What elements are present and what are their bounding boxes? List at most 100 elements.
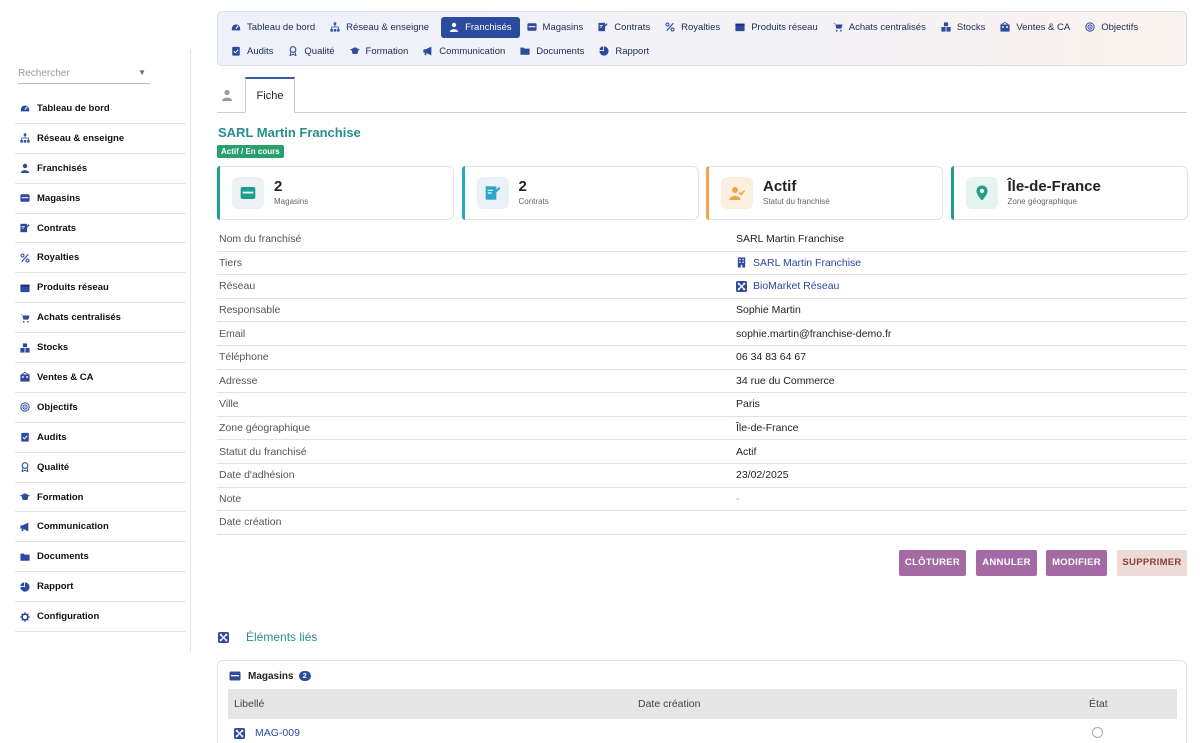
field-value-text[interactable]: SARL Martin Franchise xyxy=(753,257,861,269)
panel-title: Magasins xyxy=(248,670,294,682)
field-label: Responsable xyxy=(219,304,281,317)
nav-tab-label: Audits xyxy=(247,46,274,57)
field-value-link[interactable]: BioMarket Réseau xyxy=(736,280,839,292)
sidebar-item-produits-reseau[interactable]: Produits réseau xyxy=(15,273,186,304)
field-row-nom-du-franchise: Nom du franchisé SARL Martin Franchise xyxy=(217,228,1187,252)
sidebar-item-label: Objectifs xyxy=(37,401,78,413)
sidebar-item-configuration[interactable]: Configuration xyxy=(15,602,186,633)
sidebar-item-tableau-de-bord[interactable]: Tableau de bord xyxy=(15,94,186,124)
network-icon xyxy=(19,133,30,144)
field-value: Actif xyxy=(736,446,756,458)
store-ref-link[interactable]: MAG-009 xyxy=(255,727,300,739)
nav-tab-achats-centralises[interactable]: Achats centralisés xyxy=(830,17,934,38)
user-icon[interactable] xyxy=(221,89,233,101)
card-accent-bar xyxy=(217,166,220,220)
nav-tab-label: Formation xyxy=(365,46,409,57)
sidebar-item-communication[interactable]: Communication xyxy=(15,512,186,543)
sidebar-item-magasins[interactable]: Magasins xyxy=(15,184,186,214)
graduation-icon xyxy=(19,492,30,503)
percent-icon xyxy=(665,22,676,33)
nav-tab-label: Magasins xyxy=(542,22,584,33)
sidebar-divider xyxy=(190,50,191,652)
nav-tab-contrats[interactable]: Contrats xyxy=(595,17,658,38)
nav-tab-royalties[interactable]: Royalties xyxy=(662,17,728,38)
card-value: Actif xyxy=(763,178,797,195)
field-label: Adresse xyxy=(219,374,258,387)
sidebar-item-label: Royalties xyxy=(37,252,80,264)
cart-icon xyxy=(833,22,844,33)
nav-tab-label: Qualité xyxy=(304,46,335,57)
supprimer-button[interactable]: SUPPRIMER xyxy=(1117,550,1187,576)
sidebar-item-qualite[interactable]: Qualité xyxy=(15,453,186,483)
field-value: sophie.martin@franchise-demo.fr xyxy=(736,328,891,340)
sidebar-item-formation[interactable]: Formation xyxy=(15,483,186,513)
nav-tab-label: Tableau de bord xyxy=(247,22,316,33)
table-row[interactable]: MAG-009 xyxy=(228,723,1177,743)
sidebar-item-label: Produits réseau xyxy=(37,282,109,294)
nav-tab-franchises[interactable]: Franchisés xyxy=(441,17,520,38)
column-header-date-creation[interactable]: Date création xyxy=(638,698,700,710)
sidebar-item-objectifs[interactable]: Objectifs xyxy=(15,393,186,423)
tab-fiche[interactable]: Fiche xyxy=(245,77,295,113)
field-row-note: Note - xyxy=(217,488,1187,512)
sidebar-item-stocks[interactable]: Stocks xyxy=(15,333,186,364)
target-icon xyxy=(19,402,30,413)
field-value: 06 34 83 64 67 xyxy=(736,351,806,363)
nav-tab-produits-reseau[interactable]: Produits réseau xyxy=(732,17,826,38)
sidebar-item-label: Franchisés xyxy=(37,162,88,174)
field-value: Paris xyxy=(736,398,760,410)
field-label: Date d'adhésion xyxy=(219,469,295,482)
field-value-text: Actif xyxy=(736,445,757,458)
nav-tab-tableau-de-bord[interactable]: Tableau de bord xyxy=(228,17,323,38)
nav-tab-audits[interactable]: Audits xyxy=(228,41,281,62)
nav-tab-documents[interactable]: Documents xyxy=(517,41,592,62)
nav-tab-magasins[interactable]: Magasins xyxy=(524,17,592,38)
record-title: SARL Martin Franchise xyxy=(218,125,361,140)
nav-tab-objectifs[interactable]: Objectifs xyxy=(1082,17,1146,38)
chart-icon xyxy=(599,46,610,57)
sidebar-search-select[interactable]: Rechercher ▼ xyxy=(18,68,150,84)
award-icon xyxy=(19,462,30,473)
award-icon xyxy=(288,46,299,57)
nav-tab-ventes-ca[interactable]: Ventes & CA xyxy=(997,17,1078,38)
sidebar-item-documents[interactable]: Documents xyxy=(15,542,186,573)
modifier-button[interactable]: MODIFIER xyxy=(1046,550,1107,576)
field-value-text: Sophie Martin xyxy=(736,304,801,317)
search-placeholder: Rechercher xyxy=(18,68,70,79)
sidebar-item-reseau-enseigne[interactable]: Réseau & enseigne xyxy=(15,124,186,154)
sidebar-item-label: Magasins xyxy=(37,192,81,204)
nav-tab-qualite[interactable]: Qualité xyxy=(285,41,342,62)
sidebar-item-ventes-ca[interactable]: Ventes & CA xyxy=(15,363,186,393)
field-value-text[interactable]: BioMarket Réseau xyxy=(753,280,839,292)
sidebar-item-label: Communication xyxy=(37,521,109,533)
field-row-date-d-adhesion: Date d'adhésion 23/02/2025 xyxy=(217,464,1187,488)
summary-cards: 2 Magasins 2 Contrats Actif Statut du franchi… xyxy=(217,166,1188,220)
nav-tab-rapport[interactable]: Rapport xyxy=(596,41,657,62)
gear-icon xyxy=(19,611,30,622)
field-value: 23/02/2025 xyxy=(736,469,789,481)
sidebar-item-contrats[interactable]: Contrats xyxy=(15,214,186,244)
stat-card-statut-du-franchise: Actif Statut du franchisé xyxy=(706,166,943,220)
field-value-link[interactable]: SARL Martin Franchise xyxy=(736,257,861,269)
annuler-button[interactable]: ANNULER xyxy=(976,550,1037,576)
nav-tab-formation[interactable]: Formation xyxy=(347,41,417,62)
sidebar-item-label: Tableau de bord xyxy=(37,102,110,114)
box-icon xyxy=(19,282,30,293)
nav-tab-stocks[interactable]: Stocks xyxy=(938,17,994,38)
column-header-etat[interactable]: État xyxy=(1089,698,1108,710)
sidebar-item-rapport[interactable]: Rapport xyxy=(15,572,186,603)
field-label: Réseau xyxy=(219,280,256,293)
box-icon xyxy=(735,22,746,33)
sidebar-item-achats-centralises[interactable]: Achats centralisés xyxy=(15,303,186,334)
nav-tab-reseau-enseigne[interactable]: Réseau & enseigne xyxy=(327,17,437,38)
sidebar-item-audits[interactable]: Audits xyxy=(15,423,186,453)
top-navigation: Tableau de bord Réseau & enseigne Franchis… xyxy=(217,11,1187,66)
sidebar-item-franchises[interactable]: Franchisés xyxy=(15,154,186,184)
field-value: - xyxy=(736,493,740,505)
sidebar: Rechercher ▼ Tableau de bord Réseau & ens… xyxy=(0,0,205,743)
card-label: Statut du franchisé xyxy=(763,197,830,206)
sidebar-item-royalties[interactable]: Royalties xyxy=(15,243,186,274)
column-header-libelle[interactable]: Libellé xyxy=(234,698,264,710)
nav-tab-communication[interactable]: Communication xyxy=(420,41,513,62)
cloturer-button[interactable]: CLÔTURER xyxy=(899,550,966,576)
